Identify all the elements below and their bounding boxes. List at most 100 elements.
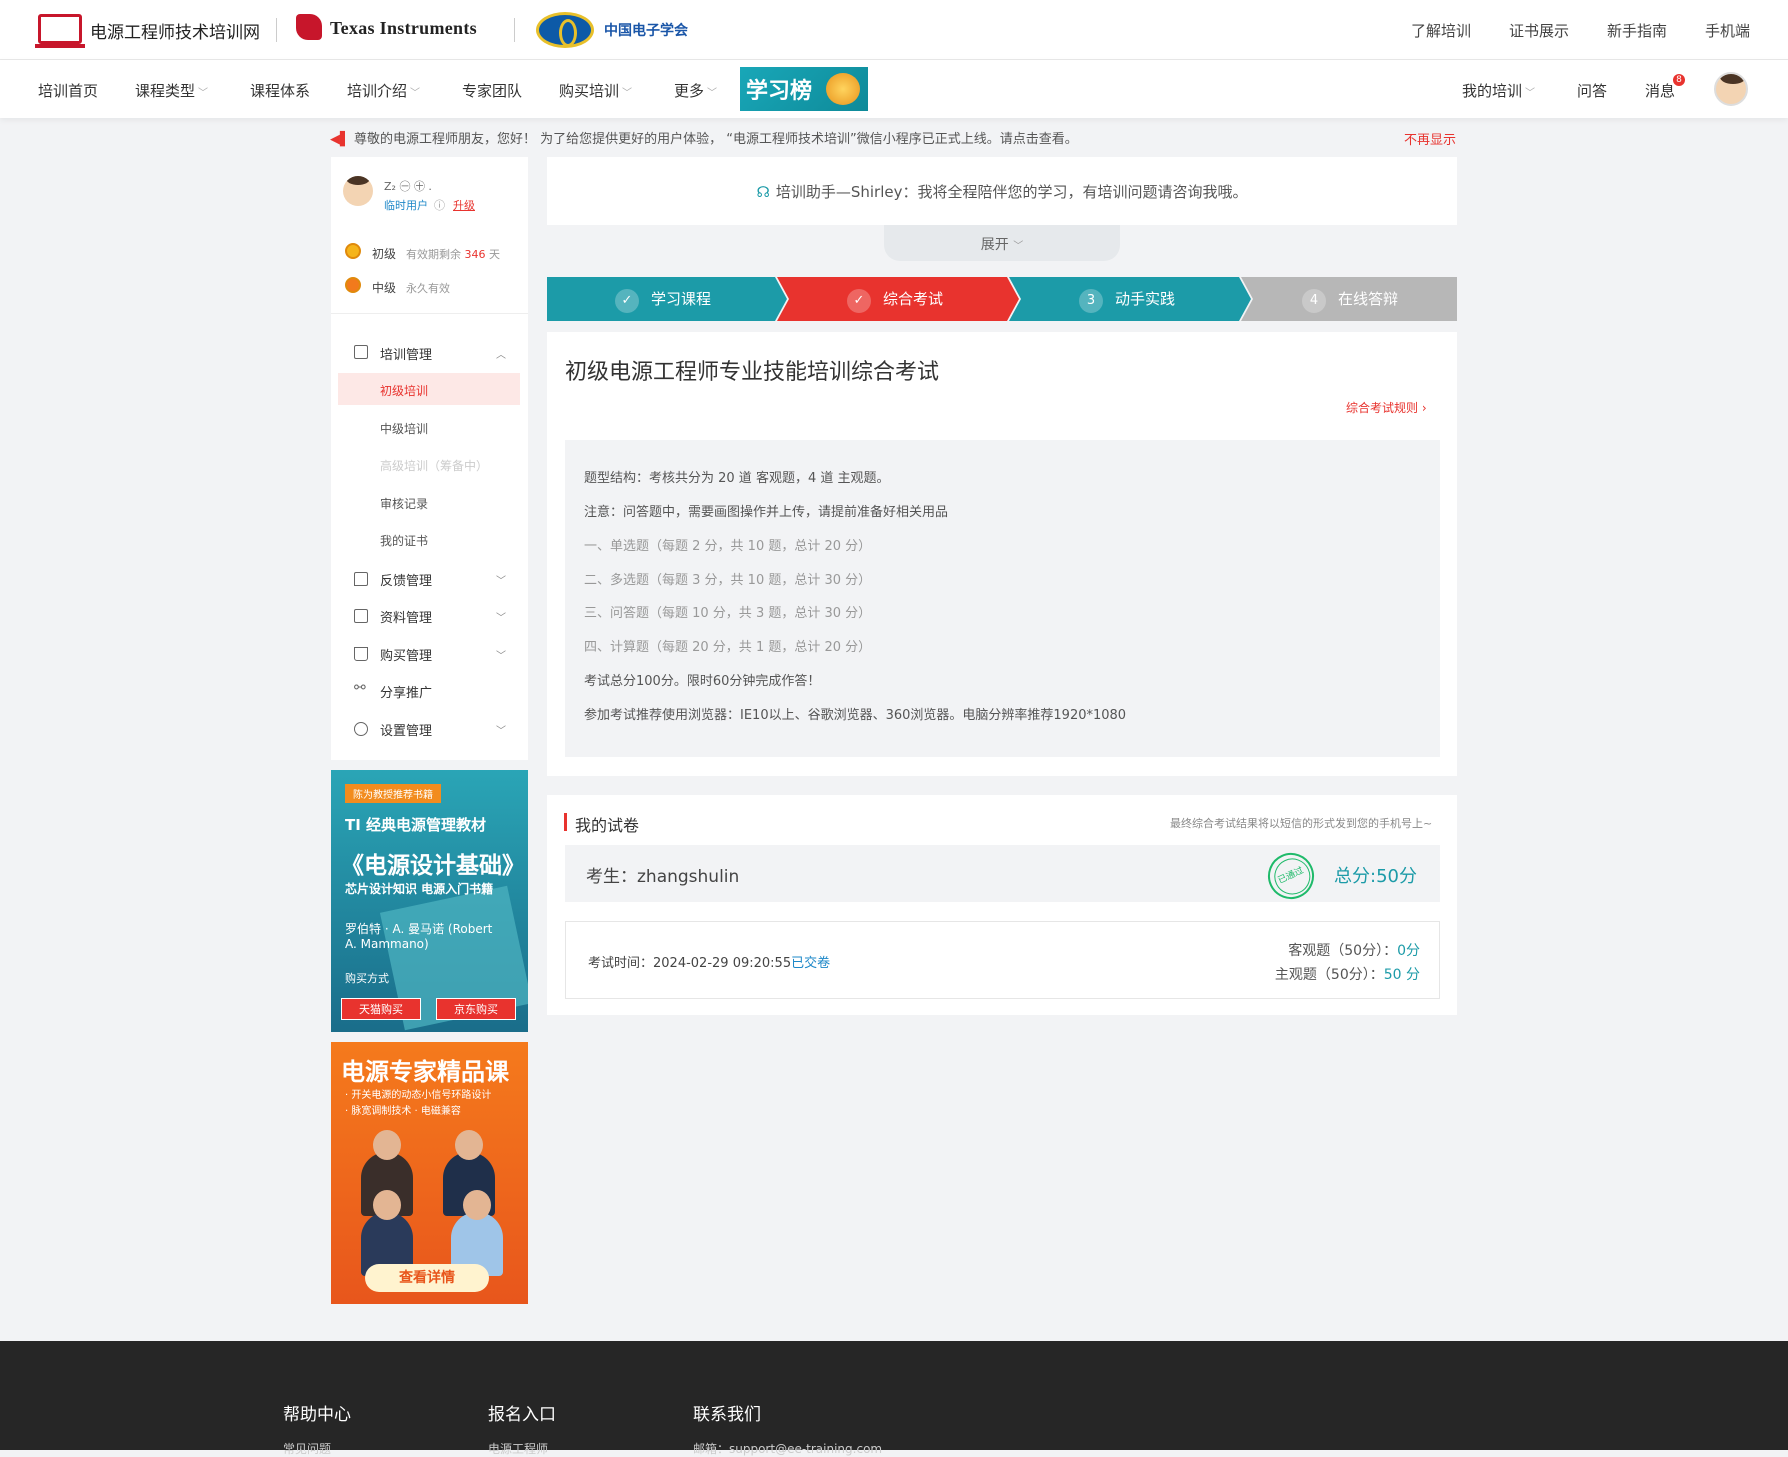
section-marker — [564, 813, 567, 831]
menu-settings[interactable]: 设置管理 — [380, 720, 432, 739]
step-study-course[interactable]: ✓ 学习课程 — [547, 277, 779, 321]
nav-training-intro[interactable]: 培训介绍 ﹀ — [347, 80, 420, 101]
nav-course-type[interactable]: 课程类型 ﹀ — [135, 80, 208, 101]
menu-purchase[interactable]: 购买管理 — [380, 645, 432, 664]
assistant-text: 培训助手—Shirley：我将全程陪伴您的学习，有培训问题请咨询我哦。 — [775, 183, 1248, 201]
upgrade-link[interactable]: 升级 — [453, 197, 475, 213]
footer-link-faq[interactable]: 常见问题 — [283, 1440, 331, 1457]
ad-title: TI 经典电源管理教材 — [345, 816, 487, 834]
ti-logo-icon — [296, 14, 322, 40]
step-hands-on-practice[interactable]: 3 动手实践 — [1011, 277, 1243, 321]
speaker-icon: ◀▌ — [330, 132, 350, 147]
site-logo-icon[interactable] — [35, 14, 85, 48]
book-ad-banner[interactable]: 陈为教授推荐书籍 TI 经典电源管理教材 《电源设计基础》 芯片设计知识 电源入… — [331, 770, 528, 1032]
sidebar-item-junior-training[interactable]: 初级培训 — [380, 382, 428, 399]
sidebar-item-advanced-training: 高级培训（筹备中） — [380, 459, 489, 473]
ti-name: Texas Instruments — [330, 18, 477, 38]
message-count-badge: 8 — [1673, 74, 1685, 86]
footer-email[interactable]: 邮箱：support@ee-training.com — [693, 1440, 882, 1457]
nav-home[interactable]: 培训首页 — [38, 80, 98, 101]
ad-book-title: 《电源设计基础》 — [341, 853, 525, 879]
level-validity: 永久有效 — [406, 282, 450, 295]
sidebar-item-review-records[interactable]: 审核记录 — [380, 495, 428, 512]
notice-text: 尊敬的电源工程师朋友，您好！ 为了给您提供更好的用户体验， “电源工程师技术培训… — [354, 132, 1078, 147]
divider — [331, 313, 528, 314]
info-icon: ⓘ — [434, 199, 445, 212]
avatar[interactable] — [1714, 72, 1748, 106]
chevron-down-icon[interactable]: ﹀ — [496, 722, 506, 737]
total-score: 总分:50分 — [1334, 866, 1417, 887]
nav-messages[interactable]: 消息 — [1645, 80, 1675, 101]
step-comprehensive-exam[interactable]: ✓ 综合考试 — [779, 277, 1011, 321]
top-link-certificates[interactable]: 证书展示 — [1509, 20, 1569, 41]
subjective-score: 主观题（50分）：50 分 — [1274, 967, 1420, 983]
chevron-down-icon: ﹀ — [410, 88, 421, 99]
top-link-guide[interactable]: 新手指南 — [1607, 20, 1667, 41]
top-link-mobile[interactable]: 手机端 — [1705, 20, 1750, 41]
chevron-down-icon: ﹀ — [707, 88, 718, 99]
ad-title: 电源专家精品课 — [341, 1058, 509, 1086]
exam-rules-link[interactable]: 综合考试规则 › — [1346, 399, 1427, 416]
chevron-down-icon[interactable]: ﹀ — [496, 572, 506, 587]
divider — [276, 18, 277, 42]
menu-share[interactable]: 分享推广 — [380, 682, 432, 701]
notice-bar[interactable]: ◀▌ 尊敬的电源工程师朋友，您好！ 为了给您提供更好的用户体验， “电源工程师技术… — [330, 128, 1458, 148]
settings-icon — [354, 722, 368, 736]
documents-icon — [354, 609, 368, 623]
ad-buy-label: 购买方式 — [345, 972, 389, 985]
coin-icon — [826, 73, 860, 105]
top-link-about[interactable]: 了解培训 — [1411, 20, 1471, 41]
site-name[interactable]: 电源工程师技术培训网 — [90, 18, 260, 43]
step-online-defense[interactable]: 4 在线答辩 — [1243, 277, 1457, 321]
dismiss-notice-link[interactable]: 不再显示 — [1404, 129, 1456, 148]
rule-line: 考试总分100分。限时60分钟完成作答！ — [584, 674, 821, 689]
user-type: 临时用户 — [384, 199, 428, 212]
ad-author: 罗伯特 · A. 曼马诺 (Robert A. Mammano) — [345, 922, 493, 951]
result-note: 最终综合考试结果将以短信的形式发到您的手机号上~ — [1170, 817, 1433, 830]
menu-training-management[interactable]: 培训管理 — [380, 344, 432, 363]
nav-buy-training[interactable]: 购买培训 ﹀ — [559, 80, 632, 101]
footer-registration: 报名入口 — [488, 1405, 556, 1425]
buy-jd-button[interactable]: 京东购买 — [436, 998, 516, 1020]
chevron-down-icon[interactable]: ﹀ — [496, 609, 506, 624]
chevron-down-icon[interactable]: ﹀ — [496, 647, 506, 662]
nav-course-system[interactable]: 课程体系 — [250, 80, 310, 101]
candidate-name: 考生：zhangshulin — [586, 867, 740, 887]
chevron-up-icon[interactable]: ︿ — [496, 346, 506, 361]
ad-subtitle: 芯片设计知识 电源入门书籍 — [345, 882, 494, 896]
rule-line: 注意：问答题中，需要画图操作并上传，请提前准备好相关用品 — [584, 505, 949, 520]
medal-icon — [345, 277, 361, 293]
nav-more[interactable]: 更多 ﹀ — [674, 80, 717, 101]
assistant-bar: ☊ 培训助手—Shirley：我将全程陪伴您的学习，有培训问题请咨询我哦。 — [547, 157, 1457, 225]
nav-expert-team[interactable]: 专家团队 — [462, 80, 522, 101]
rule-line: 题型结构：考核共分为 20 道 客观题，4 道 主观题。 — [584, 471, 890, 486]
ad-line: · 脉宽调制技术 · 电磁兼容 — [345, 1106, 461, 1117]
view-details-button[interactable]: 查看详情 — [365, 1264, 489, 1292]
chevron-right-icon: › — [1421, 401, 1427, 415]
feedback-icon — [354, 572, 368, 586]
menu-feedback[interactable]: 反馈管理 — [380, 570, 432, 589]
sidebar-item-my-certificates[interactable]: 我的证书 — [380, 532, 428, 549]
buy-tmall-button[interactable]: 天猫购买 — [341, 998, 421, 1020]
footer-link-engineer[interactable]: 电源工程师 — [488, 1440, 548, 1457]
user-name: Z₂ ㊀ ㊉ . — [384, 180, 432, 193]
divider — [514, 18, 515, 42]
objective-score: 客观题（50分）：0分 — [1288, 943, 1420, 959]
cie-logo-icon — [536, 12, 594, 48]
active-item-highlight — [338, 373, 520, 405]
nav-qa[interactable]: 问答 — [1577, 80, 1607, 101]
headset-icon: ☊ — [756, 183, 770, 201]
menu-materials[interactable]: 资料管理 — [380, 607, 432, 626]
expand-button[interactable]: 展开 ﹀ — [884, 225, 1120, 261]
share-icon: ⚯ — [354, 680, 366, 696]
rule-line: 三、问答题（每题 10 分，共 3 题，总计 30 分） — [584, 606, 872, 621]
leaderboard-banner[interactable]: 学习榜 — [740, 67, 868, 111]
bag-icon — [354, 647, 368, 661]
ad-line: · 开关电源的动态小信号环路设计 — [345, 1090, 492, 1101]
grid-icon — [354, 345, 368, 359]
nav-my-training[interactable]: 我的培训 ﹀ — [1462, 80, 1535, 101]
course-ad-banner[interactable]: 电源专家精品课 · 开关电源的动态小信号环路设计 · 脉宽调制技术 · 电磁兼容… — [331, 1042, 528, 1304]
sidebar-item-intermediate-training[interactable]: 中级培训 — [380, 420, 428, 437]
chevron-down-icon: ﹀ — [1525, 88, 1536, 99]
rule-line: 参加考试推荐使用浏览器：IE10以上、谷歌浏览器、360浏览器。电脑分辨率推荐1… — [584, 708, 1127, 723]
